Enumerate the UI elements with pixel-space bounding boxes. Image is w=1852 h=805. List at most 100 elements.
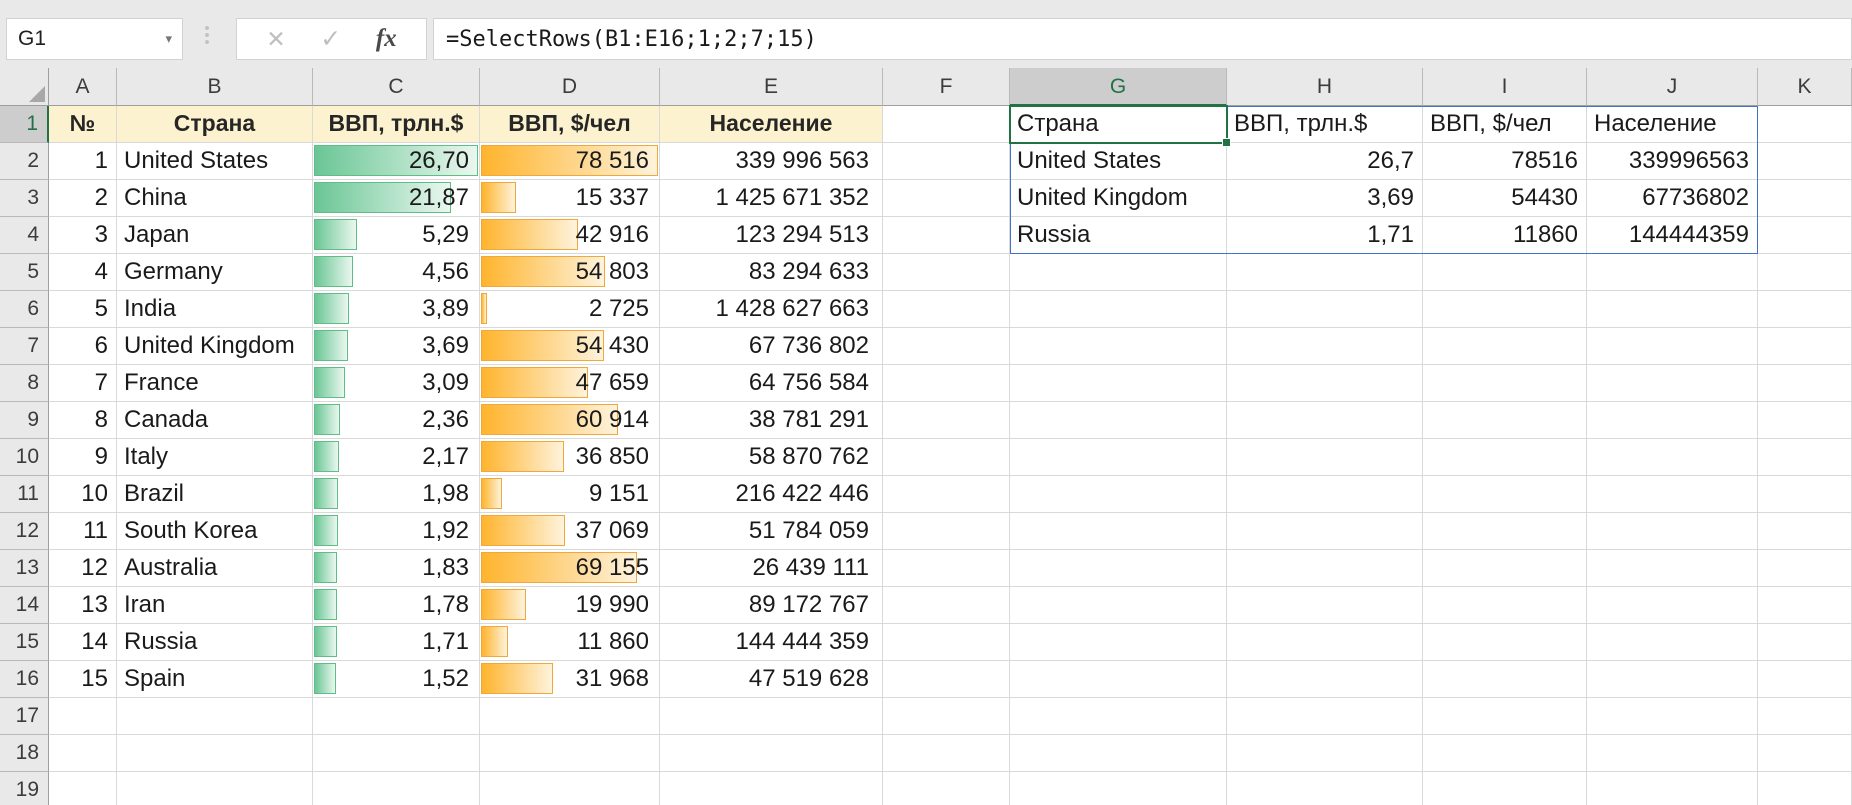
cell-E1[interactable]: Население [660,106,883,143]
cell-J4[interactable]: 144444359 [1587,217,1758,254]
row-header-11[interactable]: 11 [0,476,49,513]
cell-A18[interactable] [49,735,117,772]
cell-G2[interactable]: United States [1010,143,1227,180]
column-header-K[interactable]: K [1758,68,1852,106]
column-header-G[interactable]: G [1010,68,1227,106]
cell-D2[interactable]: 78 516 [480,143,660,180]
cell-A1[interactable]: № [49,106,117,143]
cell-J2[interactable]: 339996563 [1587,143,1758,180]
cell-K19[interactable] [1758,772,1852,805]
cell-A14[interactable]: 13 [49,587,117,624]
cell-D5[interactable]: 54 803 [480,254,660,291]
cell-D14[interactable]: 19 990 [480,587,660,624]
cell-H2[interactable]: 26,7 [1227,143,1423,180]
cell-I18[interactable] [1423,735,1587,772]
cell-I4[interactable]: 11860 [1423,217,1587,254]
cell-K8[interactable] [1758,365,1852,402]
row-header-19[interactable]: 19 [0,772,49,805]
cell-H17[interactable] [1227,698,1423,735]
cell-E4[interactable]: 123 294 513 [660,217,883,254]
row-header-16[interactable]: 16 [0,661,49,698]
cell-C1[interactable]: ВВП, трлн.$ [313,106,480,143]
cell-G7[interactable] [1010,328,1227,365]
cell-H16[interactable] [1227,661,1423,698]
cell-I6[interactable] [1423,291,1587,328]
row-header-8[interactable]: 8 [0,365,49,402]
cell-B6[interactable]: India [117,291,313,328]
cell-J17[interactable] [1587,698,1758,735]
cell-A2[interactable]: 1 [49,143,117,180]
cell-J10[interactable] [1587,439,1758,476]
cell-I8[interactable] [1423,365,1587,402]
cell-E7[interactable]: 67 736 802 [660,328,883,365]
cell-E12[interactable]: 51 784 059 [660,513,883,550]
column-header-I[interactable]: I [1423,68,1587,106]
cell-B13[interactable]: Australia [117,550,313,587]
cell-D17[interactable] [480,698,660,735]
cell-J15[interactable] [1587,624,1758,661]
cell-E13[interactable]: 26 439 111 [660,550,883,587]
cell-E17[interactable] [660,698,883,735]
cell-G11[interactable] [1010,476,1227,513]
cell-A19[interactable] [49,772,117,805]
cell-B19[interactable] [117,772,313,805]
cell-E10[interactable]: 58 870 762 [660,439,883,476]
cell-E6[interactable]: 1 428 627 663 [660,291,883,328]
cell-F3[interactable] [883,180,1010,217]
cell-F7[interactable] [883,328,1010,365]
cell-D11[interactable]: 9 151 [480,476,660,513]
cell-H12[interactable] [1227,513,1423,550]
cell-B1[interactable]: Страна [117,106,313,143]
cell-A10[interactable]: 9 [49,439,117,476]
cell-D15[interactable]: 11 860 [480,624,660,661]
row-header-12[interactable]: 12 [0,513,49,550]
cell-D13[interactable]: 69 155 [480,550,660,587]
row-header-3[interactable]: 3 [0,180,49,217]
cell-D6[interactable]: 2 725 [480,291,660,328]
cell-K1[interactable] [1758,106,1852,143]
cell-C10[interactable]: 2,17 [313,439,480,476]
cell-B7[interactable]: United Kingdom [117,328,313,365]
row-header-5[interactable]: 5 [0,254,49,291]
cell-E5[interactable]: 83 294 633 [660,254,883,291]
cell-J12[interactable] [1587,513,1758,550]
cell-G17[interactable] [1010,698,1227,735]
cell-F15[interactable] [883,624,1010,661]
cell-C2[interactable]: 26,70 [313,143,480,180]
cell-K16[interactable] [1758,661,1852,698]
cell-H4[interactable]: 1,71 [1227,217,1423,254]
cell-A17[interactable] [49,698,117,735]
cell-G16[interactable] [1010,661,1227,698]
cell-G10[interactable] [1010,439,1227,476]
cell-G5[interactable] [1010,254,1227,291]
cell-J8[interactable] [1587,365,1758,402]
cell-C17[interactable] [313,698,480,735]
column-header-E[interactable]: E [660,68,883,106]
cell-H8[interactable] [1227,365,1423,402]
cell-I1[interactable]: ВВП, $/чел [1423,106,1587,143]
cell-G8[interactable] [1010,365,1227,402]
cell-D9[interactable]: 60 914 [480,402,660,439]
cell-I16[interactable] [1423,661,1587,698]
cell-A12[interactable]: 11 [49,513,117,550]
cell-I13[interactable] [1423,550,1587,587]
cell-K3[interactable] [1758,180,1852,217]
cell-C5[interactable]: 4,56 [313,254,480,291]
cell-B8[interactable]: France [117,365,313,402]
cell-C8[interactable]: 3,09 [313,365,480,402]
cell-C3[interactable]: 21,87 [313,180,480,217]
cell-C4[interactable]: 5,29 [313,217,480,254]
column-header-C[interactable]: C [313,68,480,106]
cell-C12[interactable]: 1,92 [313,513,480,550]
row-header-4[interactable]: 4 [0,217,49,254]
row-header-1[interactable]: 1 [0,106,49,143]
cell-K13[interactable] [1758,550,1852,587]
cell-K17[interactable] [1758,698,1852,735]
cell-E2[interactable]: 339 996 563 [660,143,883,180]
cell-E3[interactable]: 1 425 671 352 [660,180,883,217]
cell-K14[interactable] [1758,587,1852,624]
cell-C9[interactable]: 2,36 [313,402,480,439]
cell-I14[interactable] [1423,587,1587,624]
name-box-dropdown-icon[interactable]: ▾ [165,31,182,47]
cell-G9[interactable] [1010,402,1227,439]
